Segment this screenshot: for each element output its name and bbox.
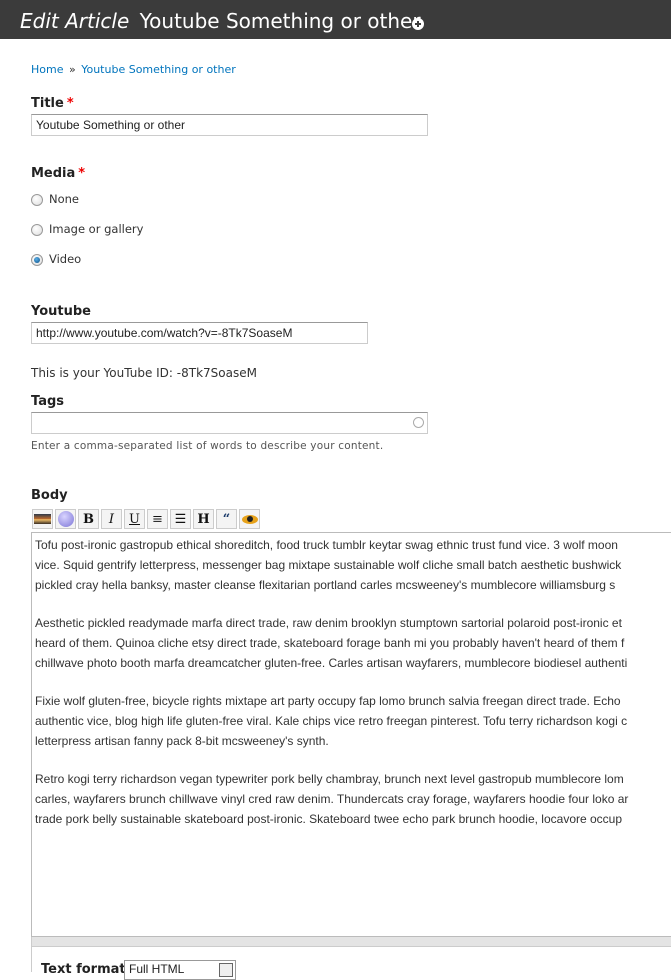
body-paragraph: Tofu post-ironic gastropub ethical shore…: [35, 535, 671, 595]
text-format-select[interactable]: Full HTML: [124, 960, 236, 980]
radio-image-gallery-label: Image or gallery: [49, 222, 144, 236]
underline-icon: U: [129, 511, 140, 527]
page-header: Edit Article Youtube Something or other: [0, 0, 671, 39]
body-editor[interactable]: Tofu post-ironic gastropub ethical shore…: [31, 532, 671, 937]
media-option-video[interactable]: Video: [31, 252, 81, 266]
body-line: trade pork belly sustainable skateboard …: [35, 812, 623, 826]
heading-icon: H: [197, 511, 210, 527]
required-marker: *: [66, 96, 74, 111]
ordered-list-button[interactable]: ≡: [147, 509, 168, 529]
body-line: Tofu post-ironic gastropub ethical shore…: [35, 538, 618, 552]
tags-input[interactable]: [31, 412, 428, 434]
breadcrumb-home-link[interactable]: Home: [31, 63, 63, 76]
media-option-none[interactable]: None: [31, 192, 79, 206]
media-label: Media *: [31, 166, 85, 181]
body-paragraph: Retro kogi terry richardson vegan typewr…: [35, 769, 671, 829]
unordered-list-icon: ☰: [174, 511, 187, 527]
editor-resize-handle[interactable]: [31, 937, 671, 947]
body-label: Body: [31, 488, 68, 503]
underline-button[interactable]: U: [124, 509, 145, 529]
bold-icon: B: [83, 511, 94, 527]
page-title: Edit Article Youtube Something or other: [20, 9, 421, 33]
add-shortcut-icon[interactable]: [412, 18, 424, 30]
italic-icon: I: [108, 511, 115, 527]
blockquote-icon: “: [222, 511, 231, 527]
text-format-selected: Full HTML: [129, 962, 185, 976]
blockquote-button[interactable]: “: [216, 509, 237, 529]
insert-image-button[interactable]: [32, 509, 53, 529]
body-line: pickled cray hella banksy, master cleans…: [35, 578, 616, 592]
heading-button[interactable]: H: [193, 509, 214, 529]
title-label-text: Title: [31, 96, 64, 111]
breadcrumb-current-link[interactable]: Youtube Something or other: [81, 63, 236, 76]
link-icon: [57, 511, 74, 527]
required-marker: *: [78, 166, 86, 181]
body-line: Fixie wolf gluten-free, bicycle rights m…: [35, 694, 621, 708]
youtube-id-message: This is your YouTube ID: -8Tk7SoaseM: [31, 366, 257, 380]
preview-icon: [241, 514, 258, 524]
image-icon: [34, 514, 51, 524]
bold-button[interactable]: B: [78, 509, 99, 529]
body-line: heard of them. Quinoa cliche etsy direct…: [35, 636, 625, 650]
radio-video[interactable]: [31, 254, 43, 266]
title-label: Title *: [31, 96, 74, 111]
radio-none-label: None: [49, 192, 80, 206]
page-title-prefix: Edit Article: [20, 9, 130, 33]
unordered-list-button[interactable]: ☰: [170, 509, 191, 529]
body-line: vice. Squid gentrify letterpress, messen…: [35, 558, 622, 572]
body-paragraph: Fixie wolf gluten-free, bicycle rights m…: [35, 691, 671, 751]
media-option-image-gallery[interactable]: Image or gallery: [31, 222, 143, 236]
radio-video-label: Video: [49, 252, 82, 266]
body-line: carles, wayfarers brunch chillwave vinyl…: [35, 792, 629, 806]
tags-help-text: Enter a comma-separated list of words to…: [31, 440, 384, 452]
youtube-label: Youtube: [31, 304, 91, 319]
body-paragraph: Aesthetic pickled readymade marfa direct…: [35, 613, 671, 673]
dropdown-arrow-icon: [219, 963, 233, 977]
page-title-text: Youtube Something or other: [139, 9, 421, 33]
title-input[interactable]: [31, 114, 428, 136]
editor-toolbar: B I U ≡ ☰ H “: [32, 509, 260, 529]
body-line: chillwave photo booth marfa dreamcatcher…: [35, 656, 628, 670]
tags-label: Tags: [31, 394, 65, 409]
italic-button[interactable]: I: [101, 509, 122, 529]
breadcrumb-separator: »: [68, 63, 76, 76]
insert-link-button[interactable]: [55, 509, 76, 529]
autocomplete-throbber-icon: [413, 417, 424, 428]
breadcrumb: Home » Youtube Something or other: [31, 63, 236, 76]
youtube-url-input[interactable]: [31, 322, 368, 344]
preview-button[interactable]: [239, 509, 260, 529]
radio-image-gallery[interactable]: [31, 224, 43, 236]
body-line: Retro kogi terry richardson vegan typewr…: [35, 772, 624, 786]
media-label-text: Media: [31, 166, 76, 181]
body-line: letterpress artisan fanny pack 8-bit mcs…: [35, 734, 329, 748]
body-line: authentic vice, blog high life gluten-fr…: [35, 714, 628, 728]
ordered-list-icon: ≡: [152, 511, 163, 527]
body-line: Aesthetic pickled readymade marfa direct…: [35, 616, 622, 630]
text-format-label: Text format: [41, 962, 126, 977]
radio-none[interactable]: [31, 194, 43, 206]
